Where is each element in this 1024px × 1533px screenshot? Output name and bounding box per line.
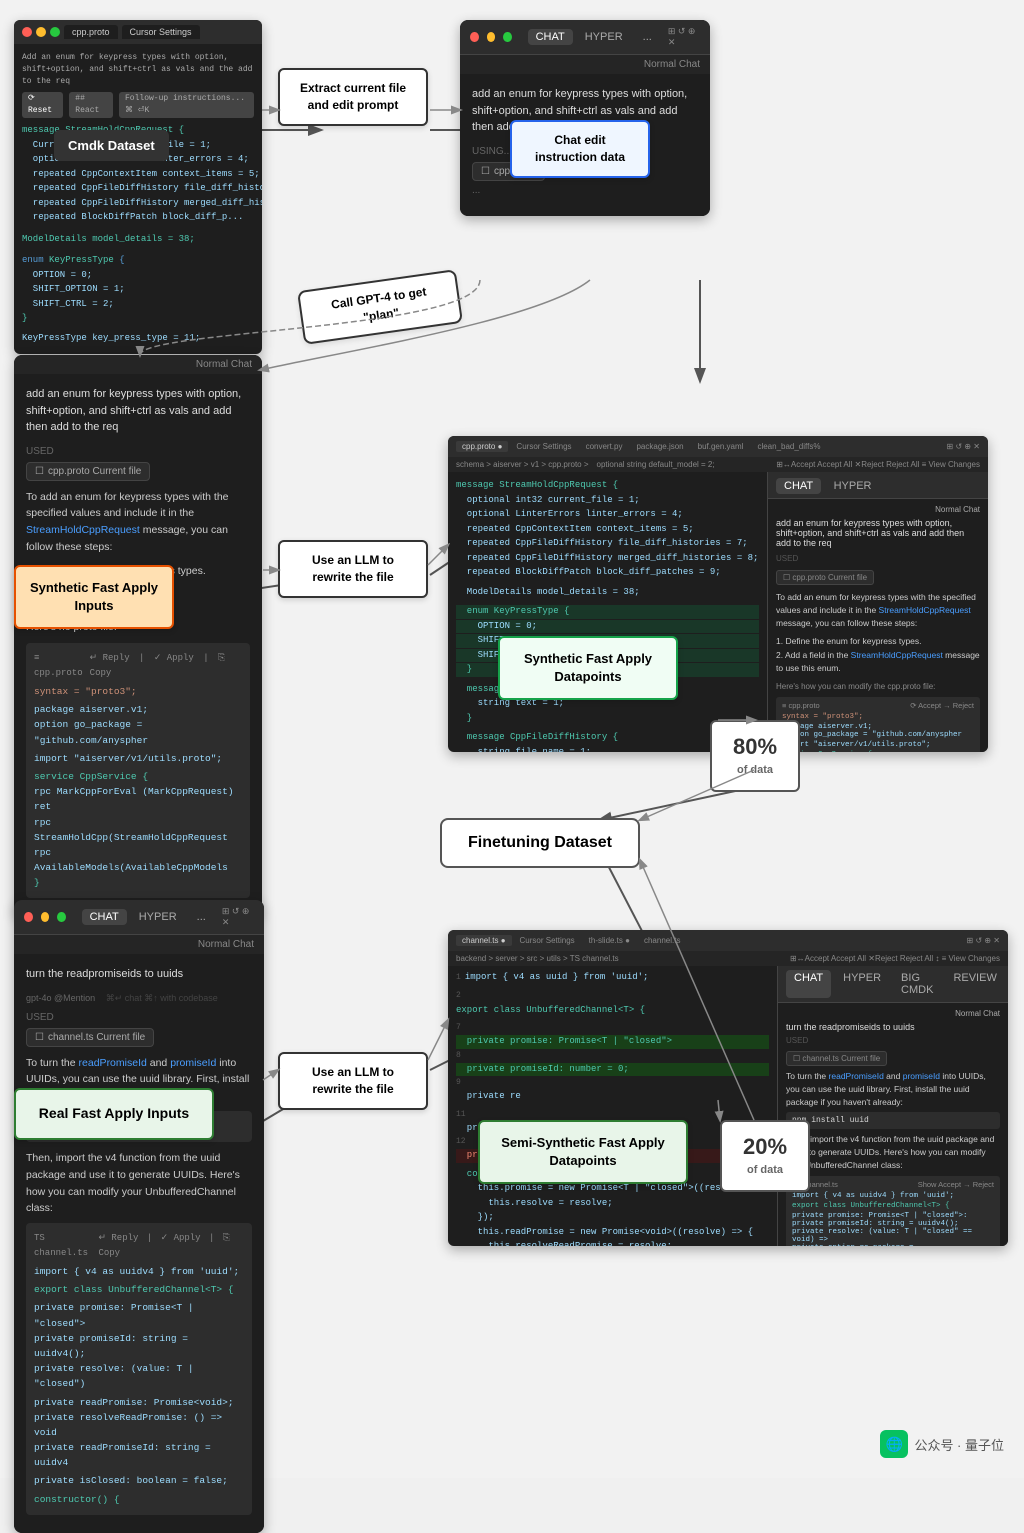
code-tab-cursor: Cursor Settings bbox=[122, 25, 200, 39]
extract-label: Extract current file and edit prompt bbox=[300, 81, 406, 112]
synthetic-inputs-label: Synthetic Fast Apply Inputs bbox=[30, 580, 158, 613]
editor-bottom-left: 1 import { v4 as uuid } from 'uuid'; 2 e… bbox=[448, 966, 778, 1246]
chat-window-top-right: CHAT HYPER ... ⊞ ↺ ⊕ ✕ Normal Chat add a… bbox=[460, 20, 710, 216]
real-inputs-label: Real Fast Apply Inputs bbox=[39, 1105, 189, 1121]
chat-response-left: To add an enum for keypress types with t… bbox=[26, 489, 250, 556]
use-llm-rewrite-box2: Use an LLM to rewrite the file bbox=[278, 1052, 428, 1110]
chat-tabs-top: CHAT HYPER ... bbox=[528, 29, 660, 45]
dot-yellow bbox=[36, 27, 46, 37]
editor-titlebar-middle: cpp.proto ● Cursor Settings convert.py p… bbox=[448, 436, 988, 457]
code-titlebar-top: cpp.proto Cursor Settings bbox=[14, 20, 262, 44]
chat-message-bottom: turn the readpromiseids to uuids bbox=[26, 966, 252, 983]
editor-bottom-right-chat: CHAT HYPER BIG CMDK REVIEW Normal Chat t… bbox=[778, 966, 1008, 1246]
code-block-header: ≡ cpp.proto ↵ Reply | ✓ Apply | ⎘ Copy bbox=[34, 651, 242, 680]
dot-yellow-r bbox=[487, 32, 496, 42]
tab-more-bottom[interactable]: ... bbox=[189, 909, 214, 925]
call-gpt4-text: Call GPT-4 to get "plan" bbox=[297, 269, 463, 344]
tab-hyper-bottom[interactable]: HYPER bbox=[131, 909, 185, 925]
chat-titlebar-bottom-left: CHAT HYPER ... ⊞ ↺ ⊕ ✕ bbox=[14, 900, 264, 935]
file-badge-bottom: ☐ channel.ts Current file bbox=[26, 1028, 154, 1047]
stream-hold-link[interactable]: StreamHoldCppRequest bbox=[26, 524, 140, 536]
used-label-left: USED bbox=[26, 446, 250, 457]
cmdk-code-window: cpp.proto Cursor Settings Add an enum fo… bbox=[14, 20, 262, 354]
chat-used-left: USED ☐ cpp.proto Current file bbox=[26, 446, 250, 481]
chat-used-bottom: USED ☐ channel.ts Current file bbox=[26, 1012, 252, 1047]
dot-red-r bbox=[470, 32, 479, 42]
tab-hyper-editor[interactable]: HYPER bbox=[826, 478, 880, 494]
use-llm-rewrite-label: Use an LLM to rewrite the file bbox=[312, 553, 394, 584]
finetuning-dataset-box: Finetuning Dataset bbox=[440, 818, 640, 868]
chat-edit-label: Chat edit instruction data bbox=[510, 120, 650, 178]
promise-link[interactable]: promiseId bbox=[170, 1057, 216, 1069]
chat-body-bottom-left: turn the readpromiseids to uuids gpt-4o … bbox=[14, 954, 264, 1533]
tab-chat-top[interactable]: CHAT bbox=[528, 29, 573, 45]
dot-red-bl bbox=[24, 912, 33, 922]
code-block-left: ≡ cpp.proto ↵ Reply | ✓ Apply | ⎘ Copy s… bbox=[26, 643, 250, 898]
extract-box: Extract current file and edit prompt bbox=[278, 68, 428, 126]
chat-window-bottom-left: CHAT HYPER ... ⊞ ↺ ⊕ ✕ Normal Chat turn … bbox=[14, 900, 264, 1533]
synthetic-datapoints-badge: Synthetic Fast Apply Datapoints bbox=[498, 636, 678, 700]
editor-window-bottom: channel.ts ● Cursor Settings th-slide.ts… bbox=[448, 930, 1008, 1246]
percent-20-label: of data bbox=[747, 1164, 783, 1176]
code-body-top: Add an enum for keypress types with opti… bbox=[14, 44, 262, 354]
call-gpt4-label: Call GPT-4 to get "plan" bbox=[300, 280, 460, 334]
semi-synthetic-badge: Semi-Synthetic Fast Apply Datapoints bbox=[478, 1120, 688, 1184]
finetuning-label: Finetuning Dataset bbox=[468, 834, 612, 851]
use-llm-rewrite-label2: Use an LLM to rewrite the file bbox=[312, 1065, 394, 1096]
code-block-channel-left: TS channel.ts ↵ Reply | ✓ Apply | ⎘ Copy… bbox=[26, 1223, 252, 1515]
chat-subtitle-left: Normal Chat bbox=[14, 355, 262, 374]
percent-80-label: of data bbox=[737, 764, 773, 776]
real-fast-apply-inputs: Real Fast Apply Inputs bbox=[14, 1088, 214, 1140]
percent-20-box: 20% of data bbox=[720, 1120, 810, 1192]
watermark: 🌐 公众号 · 量子位 bbox=[880, 1430, 1004, 1458]
tab-chat-bottom-editor[interactable]: CHAT bbox=[786, 970, 831, 998]
cmdk-dataset-badge: Cmdk Dataset bbox=[54, 130, 169, 161]
editor-right-chat: CHAT HYPER Normal Chat add an enum for k… bbox=[768, 472, 988, 752]
chat-body-left: add an enum for keypress types with opti… bbox=[14, 374, 262, 916]
percent-80-box: 80% of data bbox=[710, 720, 800, 792]
tab-review-bottom-editor[interactable]: REVIEW bbox=[945, 970, 1004, 998]
synthetic-fast-apply-inputs: Synthetic Fast Apply Inputs bbox=[14, 565, 174, 629]
file-badge-left: ☐ cpp.proto Current file bbox=[26, 462, 150, 481]
percent-80-num: 80% bbox=[724, 734, 786, 760]
code-block-header-left: TS channel.ts ↵ Reply | ✓ Apply | ⎘ Copy bbox=[34, 1231, 244, 1260]
chat-window-left-plan: Normal Chat add an enum for keypress typ… bbox=[14, 355, 262, 916]
diagram-canvas: cpp.proto Cursor Settings Add an enum fo… bbox=[0, 0, 1024, 1478]
editor-left-pane: message StreamHoldCppRequest { optional … bbox=[448, 472, 768, 752]
used-label-bottom: USED bbox=[26, 1012, 252, 1023]
tab-bigcmdk-bottom-editor[interactable]: BIG CMDK bbox=[893, 970, 941, 998]
tab-hyper-bottom-editor[interactable]: HYPER bbox=[835, 970, 889, 998]
watermark-icon: 🌐 bbox=[880, 1430, 908, 1458]
tab-hyper-top[interactable]: HYPER bbox=[577, 29, 631, 45]
tab-more-top[interactable]: ... bbox=[635, 29, 660, 45]
dot-yellow-bl bbox=[41, 912, 50, 922]
chat-response2-bottom: Then, import the v4 function from the uu… bbox=[26, 1150, 252, 1217]
tab-chat-editor[interactable]: CHAT bbox=[776, 478, 821, 494]
percent-20-num: 20% bbox=[734, 1134, 796, 1160]
chat-subtitle-top: Normal Chat bbox=[460, 55, 710, 74]
chat-subtitle-bottom-left: Normal Chat bbox=[14, 935, 264, 954]
window-controls-bl: ⊞ ↺ ⊕ ✕ bbox=[222, 906, 254, 928]
code-tab-proto: cpp.proto bbox=[64, 25, 118, 39]
chat-tabs-bottom: CHAT HYPER ... bbox=[82, 909, 214, 925]
chat-message-left: add an enum for keypress types with opti… bbox=[26, 386, 250, 436]
dot-green bbox=[50, 27, 60, 37]
dot-green-r bbox=[503, 32, 512, 42]
editor-titlebar-bottom: channel.ts ● Cursor Settings th-slide.ts… bbox=[448, 930, 1008, 951]
chat-titlebar-right: CHAT HYPER ... ⊞ ↺ ⊕ ✕ bbox=[460, 20, 710, 55]
use-llm-rewrite-box: Use an LLM to rewrite the file bbox=[278, 540, 428, 598]
tab-chat-bottom[interactable]: CHAT bbox=[82, 909, 127, 925]
dot-green-bl bbox=[57, 912, 66, 922]
watermark-text: 公众号 · 量子位 bbox=[914, 1435, 1004, 1454]
read-promise-link[interactable]: readPromiseId bbox=[79, 1057, 147, 1069]
dot-red bbox=[22, 27, 32, 37]
editor-window-middle: cpp.proto ● Cursor Settings convert.py p… bbox=[448, 436, 988, 752]
